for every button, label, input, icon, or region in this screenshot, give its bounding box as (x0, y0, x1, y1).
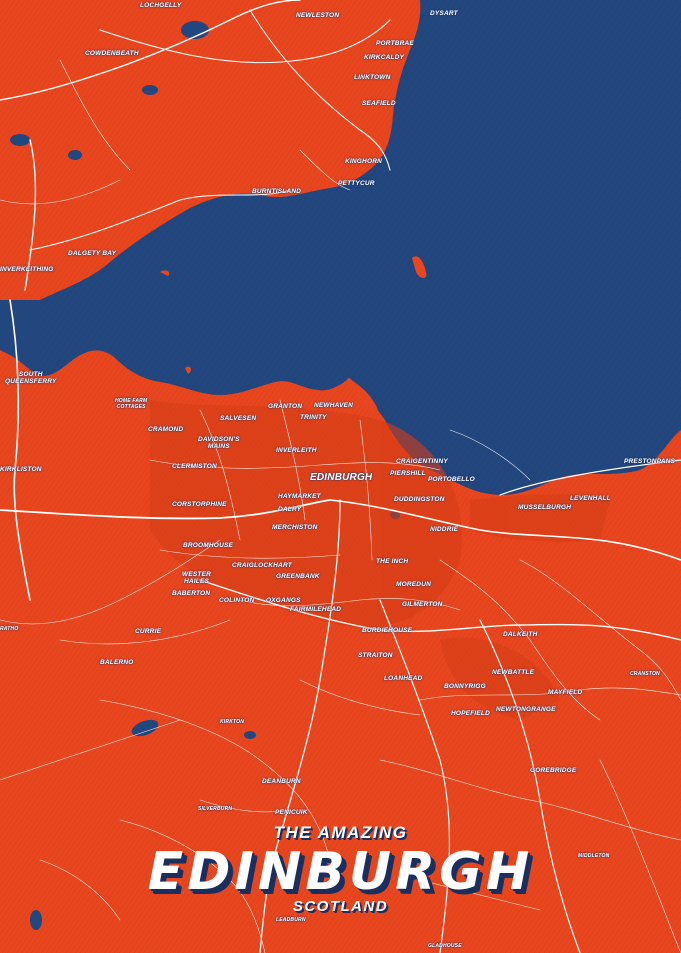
place-label: HAYMARKET (278, 493, 321, 500)
place-label: BURNTISLAND (252, 188, 302, 195)
place-label: LOANHEAD (384, 675, 423, 682)
place-label: DEANBURN (262, 778, 301, 785)
place-label: INVERKEITHING (0, 266, 54, 273)
place-label: PETTYCUR (338, 180, 375, 187)
place-label: LEVENHALL (570, 495, 611, 502)
place-label: KIRKCALDY (364, 54, 405, 61)
place-label: DALGETY BAY (68, 250, 117, 257)
place-label: MAYFIELD (548, 689, 583, 696)
place-label: CRAIGLOCKHART (232, 562, 292, 569)
place-label: GLADHOUSE (428, 943, 462, 949)
place-label: INVERLEITH (276, 447, 317, 454)
place-label: NIDDRIE (430, 526, 459, 533)
poster-pretitle: THE AMAZING (273, 823, 408, 842)
place-label: SILVERBURN (198, 806, 233, 812)
place-label: CURRIE (135, 628, 162, 635)
place-label: BONNYRIGG (444, 683, 486, 690)
place-label: LINKTOWN (354, 74, 391, 81)
place-label: CLERMISTON (172, 463, 217, 470)
place-label: GREENBANK (276, 573, 320, 580)
place-label: COWDENBEATH (85, 50, 139, 57)
place-label: THE INCH (376, 558, 409, 565)
place-label: BALERNO (100, 659, 134, 666)
place-label: NEWBATTLE (492, 669, 535, 676)
place-label: KIRKLISTON (0, 466, 42, 473)
place-label: BURDIEHOUSE (362, 627, 413, 634)
place-label: NEWLESTON (296, 12, 340, 19)
place-label: STRAITON (358, 652, 393, 659)
place-label: OXGANGS (266, 597, 301, 604)
place-label: LEADBURN (276, 917, 306, 923)
place-label: CORSTORPHINE (172, 501, 227, 508)
place-label: LOCHGELLY (140, 2, 182, 9)
place-label: MOREDUN (396, 581, 431, 588)
place-label: DUDDINGSTON (394, 496, 445, 503)
place-label: FAIRMILEHEAD (290, 606, 342, 613)
place-label: CRAMOND (148, 426, 184, 433)
place-label: TRINITY (300, 414, 327, 421)
place-label: HOPEFIELD (451, 710, 490, 717)
place-label: GOREBRIDGE (530, 767, 577, 774)
place-label: COLINTON (219, 597, 255, 604)
place-label: GRANTON (268, 403, 303, 410)
place-label: BROOMHOUSE (183, 542, 234, 549)
poster-subtitle: SCOTLAND (292, 898, 389, 915)
place-label: NEWHAVEN (314, 402, 354, 409)
place-label: MERCHISTON (272, 524, 318, 531)
place-label: SOUTH QUEENSFERRY (5, 371, 57, 385)
place-label: PORTOBELLO (428, 476, 475, 483)
place-label: HOME FARM COTTAGES (115, 398, 148, 410)
place-label: WESTER HAILES (182, 571, 212, 585)
place-label: PORTBRAE (376, 40, 414, 47)
place-label: KIRKTON (220, 719, 245, 725)
place-label: RATHO (0, 626, 19, 632)
place-label: PIERSHILL (390, 470, 426, 477)
place-label: CRANSTON (630, 671, 660, 677)
place-label: CRAIGENTINNY (396, 458, 448, 465)
place-label: DAVIDSON'S MAINS (198, 436, 240, 450)
place-label: MUSSELBURGH (518, 504, 572, 511)
place-label: DYSART (430, 10, 458, 17)
place-label: PENICUIK (275, 809, 308, 816)
place-label: DALRY (278, 506, 302, 513)
place-label-edinburgh: EDINBURGH (310, 472, 373, 483)
place-label: SEAFIELD (362, 100, 396, 107)
place-label: SALVESEN (220, 415, 257, 422)
place-label: KINGHORN (345, 158, 382, 165)
place-label: BABERTON (172, 590, 211, 597)
place-label: DALKEITH (503, 631, 538, 638)
poster-title: EDINBURGH (147, 842, 534, 902)
place-label: GILMERTON (402, 601, 443, 608)
place-label: NEWTONGRANGE (496, 706, 556, 713)
place-label: PRESTONPANS (624, 458, 676, 465)
